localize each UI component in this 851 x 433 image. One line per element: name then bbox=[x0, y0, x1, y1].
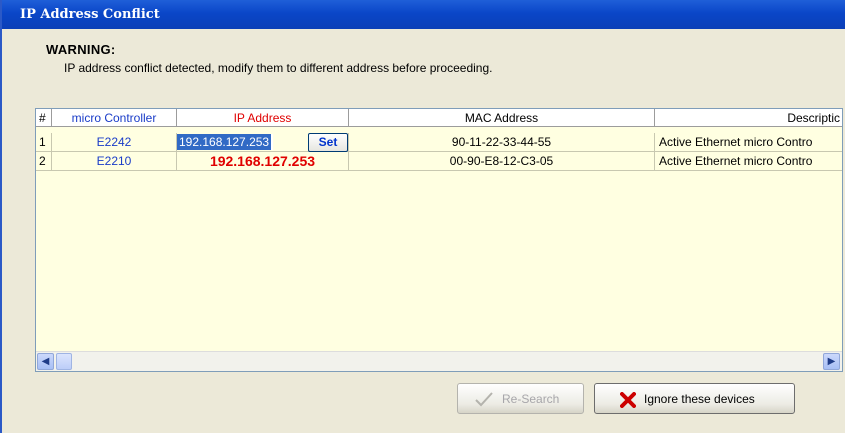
red-x-icon bbox=[620, 392, 636, 408]
device-table[interactable]: # micro Controller IP Address MAC Addres… bbox=[35, 108, 843, 372]
window-title: IP Address Conflict bbox=[20, 7, 160, 22]
scrollbar-thumb[interactable] bbox=[56, 353, 72, 370]
research-label: Re-Search bbox=[502, 392, 560, 406]
mac-address: 90-11-22-33-44-55 bbox=[349, 133, 655, 152]
title-bar[interactable]: IP Address Conflict bbox=[2, 0, 845, 29]
checkmark-icon bbox=[475, 392, 493, 407]
set-ip-button[interactable]: Set bbox=[308, 133, 348, 152]
column-header-controller[interactable]: micro Controller bbox=[52, 109, 177, 127]
description: Active Ethernet micro Contro bbox=[655, 133, 842, 152]
ip-address-input[interactable]: 192.168.127.253 bbox=[177, 134, 273, 150]
row-number: 1 bbox=[36, 133, 52, 152]
scroll-right-icon[interactable]: ▶ bbox=[823, 353, 840, 370]
scroll-left-icon[interactable]: ◀ bbox=[37, 353, 54, 370]
ignore-devices-label: Ignore these devices bbox=[644, 392, 755, 406]
window-edge bbox=[845, 0, 851, 433]
column-header-ip[interactable]: IP Address bbox=[177, 109, 349, 127]
column-header-description[interactable]: Descriptic bbox=[655, 109, 842, 127]
ignore-devices-button[interactable]: Ignore these devices bbox=[594, 383, 795, 414]
column-header-number[interactable]: # bbox=[36, 109, 52, 127]
description: Active Ethernet micro Contro bbox=[655, 152, 842, 171]
controller-name: E2242 bbox=[52, 133, 177, 152]
research-button[interactable]: Re-Search bbox=[457, 383, 584, 414]
ip-address-selected-text: 192.168.127.253 bbox=[177, 134, 272, 150]
controller-name: E2210 bbox=[52, 152, 177, 171]
horizontal-scrollbar[interactable]: ◀ ▶ bbox=[36, 351, 842, 371]
warning-message: IP address conflict detected, modify the… bbox=[64, 61, 493, 75]
conflict-ip-address: 192.168.127.253 bbox=[177, 152, 349, 171]
dialog-window: IP Address Conflict WARNING: IP address … bbox=[0, 0, 845, 433]
warning-heading: WARNING: bbox=[46, 42, 116, 57]
row-number: 2 bbox=[36, 152, 52, 171]
column-header-mac[interactable]: MAC Address bbox=[349, 109, 655, 127]
mac-address: 00-90-E8-12-C3-05 bbox=[349, 152, 655, 171]
